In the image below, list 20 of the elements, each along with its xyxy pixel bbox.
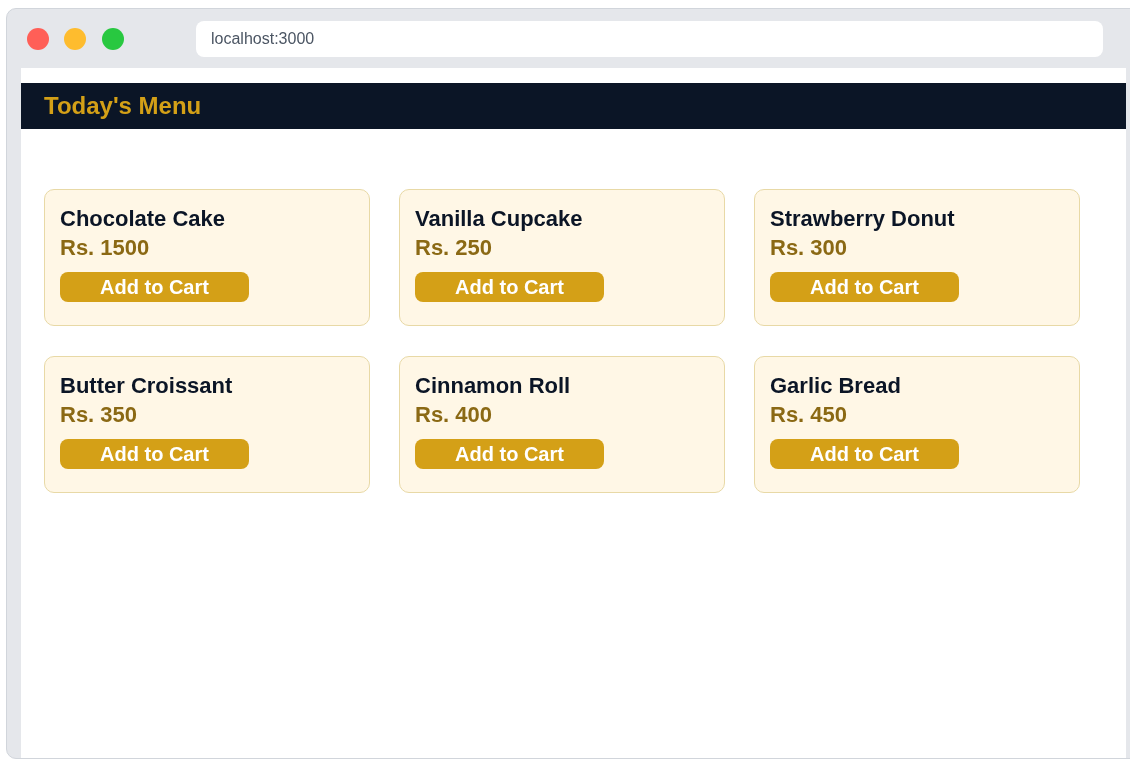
item-name: Cinnamon Roll — [415, 372, 572, 400]
item-name: Butter Croissant — [60, 372, 234, 400]
add-to-cart-button[interactable]: Add to Cart — [60, 272, 249, 302]
item-price: Rs. 400 — [415, 401, 494, 429]
add-to-cart-button[interactable]: Add to Cart — [770, 272, 959, 302]
add-to-cart-button[interactable]: Add to Cart — [415, 272, 604, 302]
item-price: Rs. 1500 — [60, 234, 151, 262]
page-title: Today's Menu — [44, 91, 202, 121]
item-name: Vanilla Cupcake — [415, 205, 584, 233]
item-price: Rs. 350 — [60, 401, 139, 429]
add-to-cart-button[interactable]: Add to Cart — [770, 439, 959, 469]
address-bar[interactable]: localhost:3000 — [196, 20, 1103, 57]
item-name: Garlic Bread — [770, 372, 902, 400]
item-price: Rs. 300 — [770, 234, 849, 262]
item-price: Rs. 250 — [415, 234, 494, 262]
item-name: Strawberry Donut — [770, 205, 956, 233]
add-to-cart-button[interactable]: Add to Cart — [415, 439, 604, 469]
item-name: Chocolate Cake — [60, 205, 227, 233]
item-price: Rs. 450 — [770, 401, 849, 429]
add-to-cart-button[interactable]: Add to Cart — [60, 439, 249, 469]
